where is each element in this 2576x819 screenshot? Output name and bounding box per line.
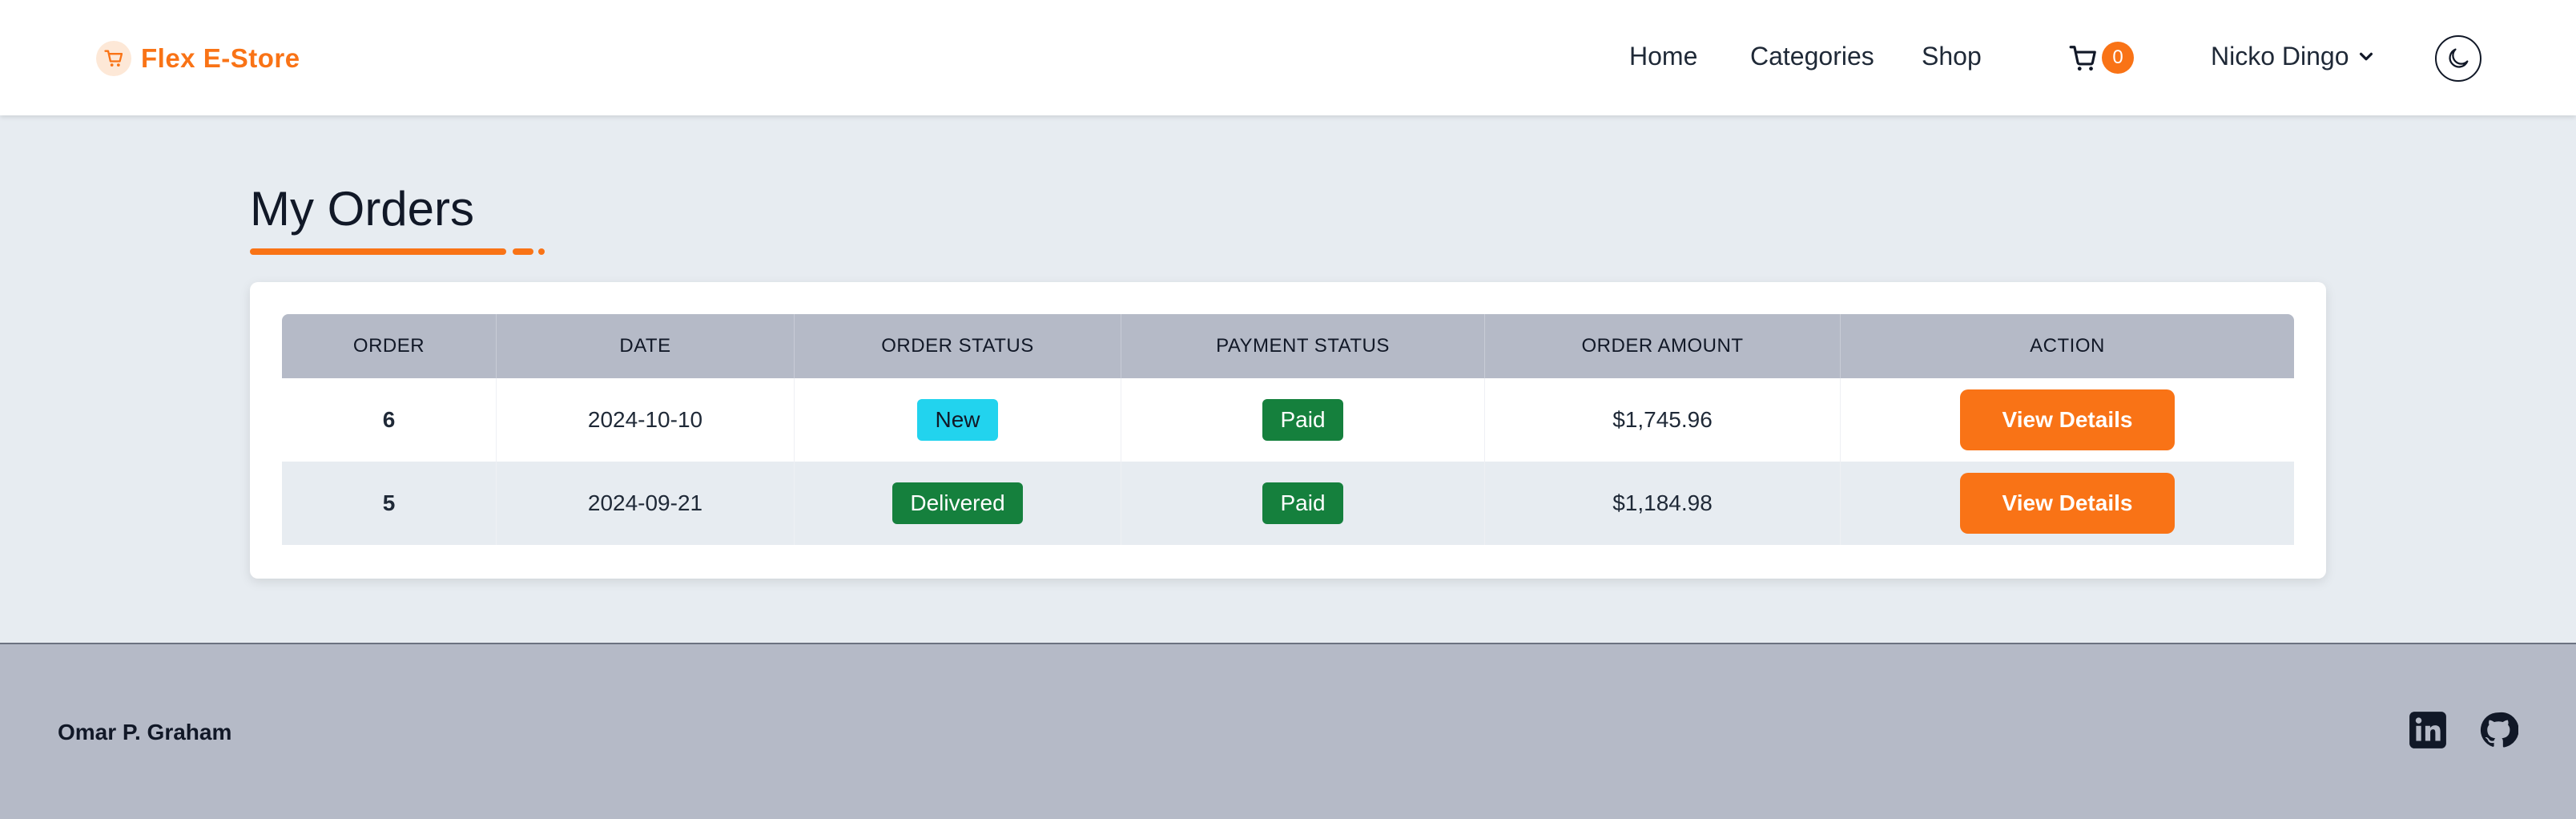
moon-icon xyxy=(2449,48,2469,68)
payment-status-cell: Paid xyxy=(1121,378,1485,462)
user-name: Nicko Dingo xyxy=(2211,42,2349,71)
payment-status-badge: Paid xyxy=(1262,399,1343,441)
page-title: My Orders xyxy=(250,182,475,236)
chevron-down-icon xyxy=(2359,52,2373,60)
user-menu-dropdown[interactable]: Nicko Dingo xyxy=(2211,42,2375,71)
column-header-order-status: ORDER STATUS xyxy=(795,314,1121,378)
order-id: 5 xyxy=(282,462,497,545)
footer: Omar P. Graham xyxy=(0,643,2576,819)
nav-shop[interactable]: Shop xyxy=(1922,42,1982,71)
nav-categories[interactable]: Categories xyxy=(1750,42,1874,71)
payment-status-cell: Paid xyxy=(1121,462,1485,545)
view-details-button[interactable]: View Details xyxy=(1960,389,2175,450)
order-status-cell: Delivered xyxy=(795,462,1121,545)
order-date: 2024-10-10 xyxy=(497,378,795,462)
cart-icon xyxy=(2069,46,2096,71)
title-underline-dash xyxy=(513,248,533,255)
table-row: 5 2024-09-21 Delivered Paid $1,184.98 Vi… xyxy=(282,462,2294,545)
column-header-date: DATE xyxy=(497,314,795,378)
cart-logo-icon xyxy=(96,41,131,76)
column-header-action: ACTION xyxy=(2030,335,2105,357)
payment-status-badge: Paid xyxy=(1262,482,1343,524)
linkedin-icon[interactable] xyxy=(2408,710,2448,750)
action-cell: View Details xyxy=(1841,462,2294,545)
footer-author-name: Omar P. Graham xyxy=(58,720,232,744)
column-header-order: ORDER xyxy=(282,314,497,378)
title-underline-dot xyxy=(538,248,545,255)
action-cell: View Details xyxy=(1841,378,2294,462)
column-header-order-amount: ORDER AMOUNT xyxy=(1485,314,1841,378)
order-status-badge: Delivered xyxy=(892,482,1023,524)
order-status-badge: New xyxy=(917,399,998,441)
order-amount: $1,745.96 xyxy=(1485,378,1841,462)
top-navbar: Flex E-Store Home Categories Shop 0 Nick… xyxy=(0,0,2576,115)
github-icon[interactable] xyxy=(2478,710,2518,750)
table-header: ORDER DATE ORDER STATUS PAYMENT STATUS O… xyxy=(282,314,2294,378)
brand-link[interactable]: Flex E-Store xyxy=(96,40,300,77)
orders-table: ORDER DATE ORDER STATUS PAYMENT STATUS O… xyxy=(282,314,2294,545)
order-status-cell: New xyxy=(795,378,1121,462)
column-header-payment-status: PAYMENT STATUS xyxy=(1121,314,1485,378)
table-row: 6 2024-10-10 New Paid $1,745.96 View Det… xyxy=(282,378,2294,462)
order-id: 6 xyxy=(282,378,497,462)
cart-count-badge: 0 xyxy=(2102,42,2134,74)
order-amount: $1,184.98 xyxy=(1485,462,1841,545)
cart-button[interactable]: 0 xyxy=(2068,40,2134,75)
nav-home[interactable]: Home xyxy=(1629,42,1697,71)
theme-toggle-button[interactable] xyxy=(2435,35,2481,82)
view-details-button[interactable]: View Details xyxy=(1960,473,2175,534)
order-date: 2024-09-21 xyxy=(497,462,795,545)
orders-card: ORDER DATE ORDER STATUS PAYMENT STATUS O… xyxy=(250,282,2326,579)
brand-name: Flex E-Store xyxy=(141,43,300,73)
title-underline xyxy=(250,248,506,255)
